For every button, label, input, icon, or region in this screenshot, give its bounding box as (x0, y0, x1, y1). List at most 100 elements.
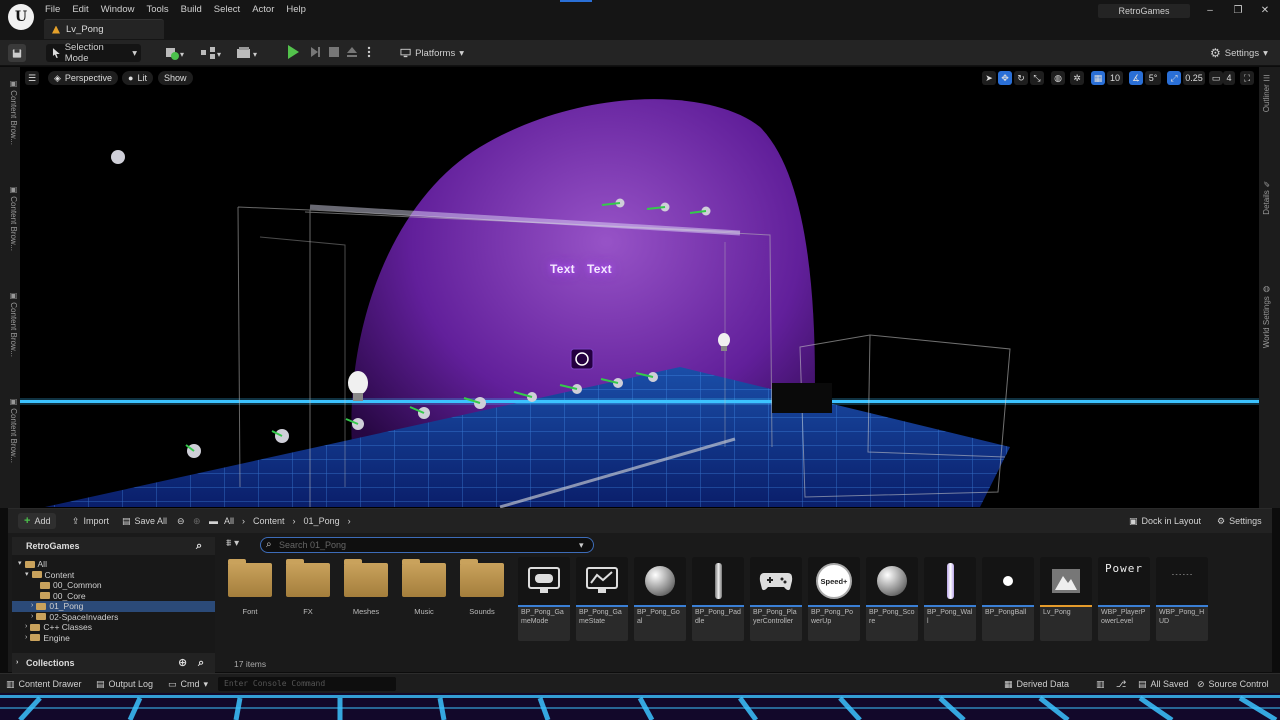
show-button[interactable]: Show (158, 71, 193, 85)
menu-window[interactable]: Window (100, 4, 144, 15)
advance-frame-icon[interactable] (308, 45, 324, 61)
breadcrumb-content[interactable]: Content (253, 516, 285, 526)
menu-actor[interactable]: Actor (251, 4, 283, 15)
content-browser-tab-2[interactable]: ▣ Content Brow... (2, 185, 18, 251)
close-icon[interactable]: ✕ (1257, 3, 1273, 19)
menu-tools[interactable]: Tools (145, 4, 177, 15)
tree-item-01-pong[interactable]: › 01_Pong (12, 601, 215, 612)
blueprint-icon[interactable]: ▾ (200, 45, 221, 61)
asset-bp-pong-gamestate[interactable]: BP_Pong_GameState (576, 557, 628, 641)
menu-help[interactable]: Help (285, 4, 315, 15)
history-back-icon[interactable]: ⊖ (173, 513, 189, 529)
menu-select[interactable]: Select (213, 4, 249, 15)
tree-item-all[interactable]: ▾ All (12, 559, 215, 570)
maximize-viewport-icon[interactable]: ⛶ (1240, 71, 1254, 85)
console-command-input[interactable]: Enter Console Command (218, 677, 396, 691)
trace-icon[interactable]: ▥ (1096, 677, 1105, 691)
content-drawer-button[interactable]: ▥ Content Drawer (6, 677, 82, 691)
output-log-button[interactable]: ▤ Output Log (96, 677, 153, 691)
add-actor-icon[interactable]: ▾ (164, 45, 184, 61)
menu-build[interactable]: Build (180, 4, 211, 15)
unreal-logo-icon[interactable]: U (8, 4, 34, 30)
cinematics-icon[interactable]: ▾ (236, 45, 257, 61)
revision-icon[interactable]: ⎇ (1116, 677, 1126, 691)
camera-speed-icon[interactable]: ▭ (1209, 71, 1223, 85)
level-viewport[interactable]: Text Text ☰ ◈ Perspective ● Lit Show ➤ ✥… (20, 67, 1259, 508)
asset-bp-pong-wall[interactable]: BP_Pong_Wall (924, 557, 976, 641)
tree-item-00-common[interactable]: 00_Common (12, 580, 215, 591)
level-tab[interactable]: Lv_Pong (44, 19, 164, 39)
viewport-menu-icon[interactable]: ☰ (25, 71, 39, 85)
scale-snap-value[interactable]: 0.25 (1183, 71, 1205, 85)
asset-bp-pong-powerup[interactable]: Speed+ BP_Pong_PowerUp (808, 557, 860, 641)
more-options-icon[interactable] (366, 45, 382, 61)
rotation-snap-value[interactable]: 5° (1145, 71, 1161, 85)
world-settings-tab[interactable]: World Settings ◍ (1262, 285, 1278, 348)
menu-edit[interactable]: Edit (71, 4, 97, 15)
filter-icon[interactable]: ⩩ ▾ (226, 538, 239, 549)
lit-button[interactable]: ● Lit (122, 71, 153, 85)
menu-file[interactable]: File (44, 4, 69, 15)
source-control-button[interactable]: ⊘ Source Control (1197, 677, 1269, 691)
search-icon[interactable]: ⌕ (196, 537, 202, 555)
text-render-actor-1[interactable]: Text (550, 262, 575, 276)
grid-snap-icon[interactable]: ▦ (1091, 71, 1105, 85)
search-icon[interactable]: ⌕ (198, 653, 204, 673)
import-button[interactable]: ⇪ Import (68, 513, 113, 529)
perspective-button[interactable]: ◈ Perspective (48, 71, 118, 85)
minimize-icon[interactable]: – (1202, 3, 1218, 19)
content-browser-tab-3[interactable]: ▣ Content Brow... (2, 291, 18, 357)
stop-icon[interactable] (327, 45, 343, 61)
select-tool-icon[interactable]: ➤ (982, 71, 996, 85)
restore-icon[interactable]: ❐ (1230, 3, 1246, 19)
tree-item-content[interactable]: ▾ Content (12, 570, 215, 581)
folder-sounds[interactable]: Sounds (456, 557, 508, 641)
surface-snap-icon[interactable]: ✲ (1070, 71, 1084, 85)
scale-tool-icon[interactable]: ⤡ (1030, 71, 1044, 85)
asset-bp-pong-goal[interactable]: BP_Pong_Goal (634, 557, 686, 641)
folder-meshes[interactable]: Meshes (340, 557, 392, 641)
rotation-snap-icon[interactable]: ∡ (1129, 71, 1143, 85)
tree-root[interactable]: RetroGames ⌕ (12, 537, 215, 555)
asset-bp-pong-score[interactable]: BP_Pong_Score (866, 557, 918, 641)
details-tab[interactable]: Details ✎ (1262, 179, 1278, 215)
platforms-dropdown[interactable]: Platforms ▾ (396, 44, 468, 62)
folder-fx[interactable]: FX (282, 557, 334, 641)
tree-item-cpp-classes[interactable]: › C++ Classes (12, 622, 215, 633)
breadcrumb-01-pong[interactable]: 01_Pong (304, 516, 340, 526)
all-saved-status[interactable]: ▤ All Saved (1138, 677, 1189, 691)
dock-in-layout-button[interactable]: ▣ Dock in Layout (1125, 513, 1205, 529)
content-browser-tab-1[interactable]: ▣ Content Brow... (2, 79, 18, 145)
history-forward-icon[interactable]: ⊕ (189, 513, 205, 529)
cmd-dropdown[interactable]: ▭ Cmd ▾ (168, 677, 208, 691)
scale-snap-icon[interactable]: ⤢ (1167, 71, 1181, 85)
selection-mode-dropdown[interactable]: Selection Mode ▾ (46, 42, 141, 64)
translate-tool-icon[interactable]: ✥ (998, 71, 1012, 85)
asset-bp-pongball[interactable]: BP_PongBall (982, 557, 1034, 641)
outliner-tab[interactable]: Outliner ☰ (1262, 73, 1278, 112)
save-button[interactable] (8, 44, 26, 62)
asset-bp-pong-gamemode[interactable]: BP_Pong_GameMode (518, 557, 570, 641)
add-collection-icon[interactable]: ⊕ (178, 653, 187, 673)
content-settings-button[interactable]: ⚙ Settings (1213, 513, 1266, 529)
breadcrumb-all[interactable]: All (224, 516, 234, 526)
settings-dropdown[interactable]: ⚙ Settings ▾ (1206, 44, 1268, 62)
camera-speed-value[interactable]: 4 (1223, 71, 1235, 85)
tree-item-02-spaceinvaders[interactable]: › 02-SpaceInvaders (12, 612, 215, 623)
world-space-icon[interactable]: ◍ (1051, 71, 1065, 85)
save-all-button[interactable]: ▤ Save All (118, 513, 171, 529)
text-render-actors[interactable]: Text Text (550, 262, 612, 276)
asset-bp-pong-playercontroller[interactable]: BP_Pong_PlayerController (750, 557, 802, 641)
add-button[interactable]: + Add (18, 513, 57, 529)
folder-font[interactable]: Font (224, 557, 276, 641)
content-browser-tab-4[interactable]: ▣ Content Brow... (2, 397, 18, 463)
rotate-tool-icon[interactable]: ↻ (1014, 71, 1028, 85)
asset-bp-pong-paddle[interactable]: BP_Pong_Paddle (692, 557, 744, 641)
tree-item-engine[interactable]: › Engine (12, 633, 215, 644)
play-icon[interactable] (288, 45, 299, 59)
tree-item-00-core[interactable]: 00_Core (12, 591, 215, 602)
grid-size-value[interactable]: 10 (1107, 71, 1123, 85)
asset-search-input[interactable]: ⌕ Search 01_Pong ▾ (260, 537, 594, 553)
text-render-actor-2[interactable]: Text (587, 262, 612, 276)
asset-wbp-pong-hud[interactable]: ------ WBP_Pong_HUD (1156, 557, 1208, 641)
